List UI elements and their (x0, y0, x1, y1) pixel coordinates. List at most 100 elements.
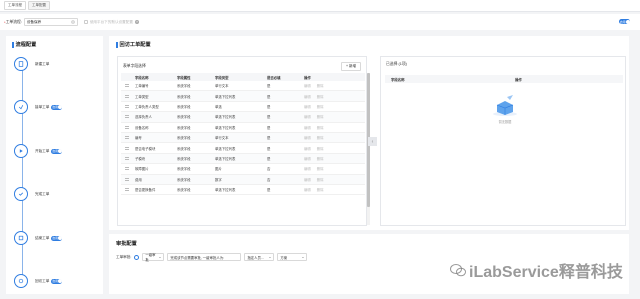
drag-handle-icon[interactable] (121, 177, 133, 181)
approval-method-select[interactable]: 方案 ⌄ (277, 253, 308, 261)
field-selection-box: 表单字段选择 + 新增 字段名称 字段属性 字段类型 是否必填 操作 工单编号系… (117, 56, 370, 226)
field-table-header: 字段名称 字段属性 字段类型 是否必填 操作 (121, 73, 365, 81)
delete-link[interactable]: 删除 (317, 187, 324, 192)
delete-link[interactable]: 删除 (317, 114, 324, 119)
edit-link[interactable]: 编辑 (304, 177, 311, 182)
drag-handle-icon[interactable] (121, 104, 133, 108)
delete-link[interactable]: 删除 (317, 135, 324, 140)
table-row[interactable]: 选择负责人 系统字段 单选下拉列表 是 编辑 删除 (121, 112, 365, 123)
delete-link[interactable]: 删除 (317, 94, 324, 99)
drag-handle-icon[interactable] (121, 146, 133, 150)
row-actions: 编辑 删除 (304, 187, 352, 192)
info-icon[interactable]: ? (134, 20, 139, 24)
node-toggle-close[interactable]: 启用 (51, 235, 63, 241)
empty-state: 暂无数据 (485, 93, 525, 124)
add-field-button[interactable]: + 新增 (340, 62, 361, 71)
edit-link[interactable]: 编辑 (304, 104, 311, 109)
flow-node-close[interactable]: 结案工单 启用 (14, 231, 104, 245)
table-row[interactable]: 费用 系统字段 数字 否 编辑 删除 (121, 174, 365, 185)
edit-link[interactable]: 编辑 (304, 166, 311, 171)
field-name-cell: 工单负责人类型 (135, 104, 159, 109)
default-config-checkbox[interactable] (83, 20, 88, 24)
edit-link[interactable]: 编辑 (304, 156, 311, 161)
field-attr-cell: 系统字段 (177, 188, 191, 193)
breadcrumb-tab-config[interactable]: 工单配置 (28, 1, 50, 10)
drag-handle-icon[interactable] (121, 136, 133, 140)
approval-mode-select[interactable]: 完成该节点需要审批, 一级审批人为: (167, 253, 242, 261)
table-row[interactable]: 是否电子模块 系统字段 单选下拉列表 是 编辑 删除 (121, 143, 365, 154)
top-enable-toggle[interactable]: 启用 (619, 19, 630, 24)
field-attr-cell: 系统字段 (177, 177, 191, 182)
row-actions: 编辑 删除 (304, 156, 352, 161)
delete-link[interactable]: 删除 (317, 166, 324, 171)
edit-link[interactable]: 编辑 (304, 94, 311, 99)
drag-handle-icon[interactable] (121, 115, 133, 119)
delete-link[interactable]: 删除 (317, 83, 324, 88)
field-type-cell: 单选下拉列表 (215, 115, 236, 120)
edit-link[interactable]: 编辑 (304, 114, 311, 119)
edit-link[interactable]: 编辑 (304, 187, 311, 192)
table-row[interactable]: 工单类型 系统字段 单选下拉列表 是 编辑 删除 (121, 91, 365, 102)
level-one-radio[interactable] (134, 254, 140, 260)
flow-node-start[interactable]: 开始工单 启用 (14, 144, 104, 158)
table-row[interactable]: 故障图片 系统字段 图片 否 编辑 删除 (121, 164, 365, 175)
row-actions: 编辑 删除 (304, 114, 352, 119)
table-row[interactable]: 设备名称 系统字段 单选下拉列表 是 编辑 删除 (121, 123, 365, 133)
flow-select[interactable]: 设备保养 (23, 18, 78, 26)
field-type-cell: 单选下拉列表 (215, 188, 236, 193)
approver-select[interactable]: 指定人员... ⌄ (244, 253, 275, 261)
row-actions: 编辑 删除 (304, 94, 352, 99)
flow-node-complete[interactable]: 完成工单 (14, 187, 104, 201)
default-config-label: 使用平台下的默认设置配置 (89, 19, 133, 24)
table-row[interactable]: 是否更换备件 系统字段 单选下拉列表 是 编辑 删除 (121, 185, 365, 196)
field-required-cell: 是 (267, 136, 271, 141)
edit-link[interactable]: 编辑 (304, 146, 311, 151)
delete-link[interactable]: 删除 (317, 177, 324, 182)
delete-link[interactable]: 删除 (317, 156, 324, 161)
watermark: iLabService释普科技 (450, 258, 623, 282)
flow-node-receive[interactable]: 接单工单 启用 (14, 100, 104, 114)
revisit-config-title: 回访工单配置 (116, 41, 151, 48)
node-toggle-start[interactable]: 启用 (51, 148, 63, 154)
wechat-icon (450, 264, 466, 277)
chevron-down-icon: ⌄ (158, 255, 162, 259)
edit-link[interactable]: 编辑 (304, 125, 311, 130)
drag-handle-icon[interactable] (121, 94, 133, 98)
drag-handle-icon[interactable] (121, 167, 133, 171)
drag-handle-icon[interactable] (121, 156, 133, 160)
delete-link[interactable]: 删除 (317, 146, 324, 151)
table-row[interactable]: 子模块 系统字段 单选下拉列表 是 编辑 删除 (121, 153, 365, 165)
row-actions: 编辑 删除 (304, 166, 352, 171)
selected-fields-title: 已选择 (1项) (386, 62, 407, 66)
drag-handle-icon[interactable] (121, 125, 133, 129)
delete-link[interactable]: 删除 (317, 125, 324, 130)
table-row[interactable]: 工单编号 系统字段 单行文本 是 编辑 删除 (121, 81, 365, 92)
field-attr-cell: 系统字段 (177, 115, 191, 120)
transfer-arrow-button[interactable]: ‹ (368, 137, 377, 146)
breadcrumb-tab-flow[interactable]: 工单流程 (4, 1, 26, 10)
level-select[interactable]: 一级审批 ⌄ (142, 253, 165, 262)
field-type-cell: 单选 (215, 104, 222, 109)
node-toggle-revisit[interactable]: 启用 (51, 278, 63, 284)
drag-handle-icon[interactable] (121, 188, 133, 192)
table-row[interactable]: 工单负责人类型 系统字段 单选 是 编辑 删除 (121, 102, 365, 113)
field-type-cell: 单选下拉列表 (215, 146, 236, 151)
drag-handle-icon[interactable] (121, 84, 133, 88)
field-attr-cell: 系统字段 (177, 125, 191, 130)
edit-link[interactable]: 编辑 (304, 83, 311, 88)
node-toggle-receive[interactable]: 启用 (51, 104, 63, 110)
close-circle-icon[interactable] (71, 19, 75, 25)
field-table-scrollbar[interactable] (367, 73, 370, 225)
delete-link[interactable]: 删除 (317, 104, 324, 109)
flow-select-value: 设备保养 (26, 19, 42, 24)
selected-table-header: 字段名称 操作 (385, 75, 623, 83)
field-name-cell: 子模块 (135, 156, 146, 161)
table-row[interactable]: 编号 系统字段 单行文本 是 编辑 删除 (121, 132, 365, 144)
flow-node-new[interactable]: 新建工单 (14, 57, 104, 71)
flow-selector-row: * 工单流程: 设备保养 使用平台下的默认设置配置 ? (0, 14, 640, 30)
edit-link[interactable]: 编辑 (304, 135, 311, 140)
flow-node-revisit[interactable]: 回访工单 启用 (14, 274, 104, 288)
field-name-cell: 故障图片 (135, 167, 149, 172)
field-required-cell: 是 (267, 84, 271, 89)
check-icon (14, 187, 28, 201)
